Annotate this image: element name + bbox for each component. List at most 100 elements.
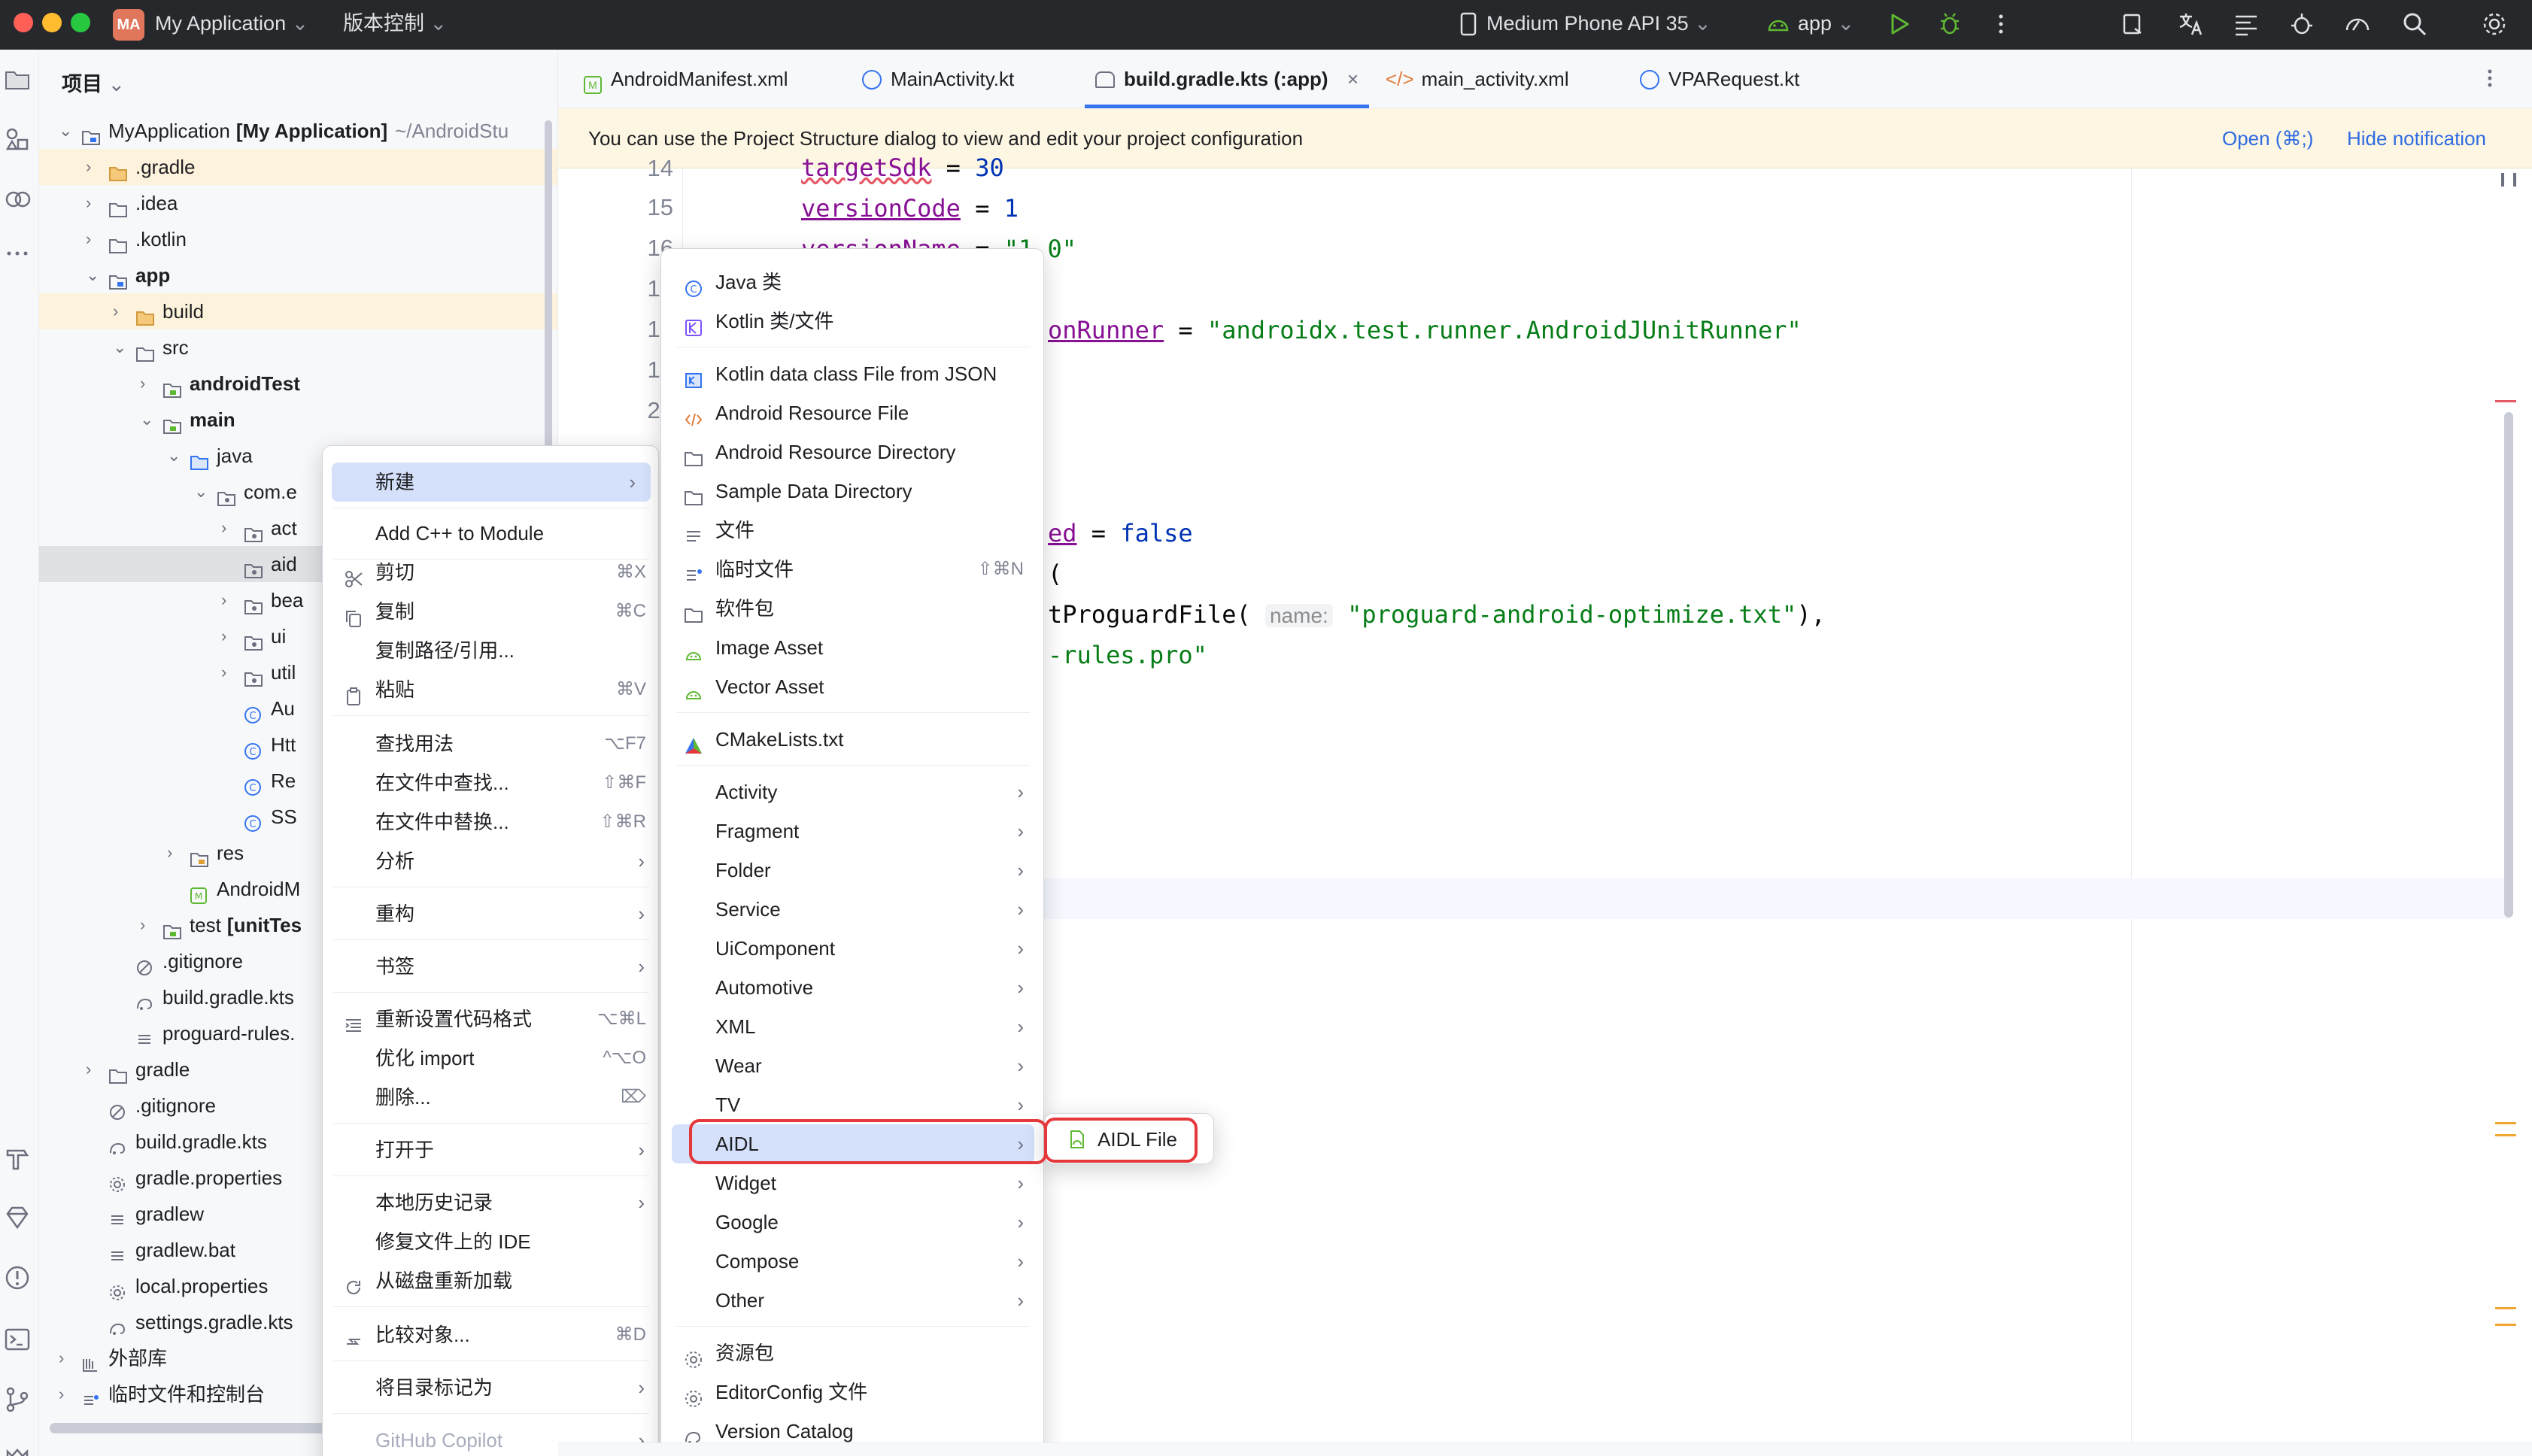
new-submenu-item[interactable]: Image Asset [661, 628, 1043, 667]
layout-inspector-icon[interactable] [2231, 9, 2261, 39]
new-submenu-item[interactable]: Kotlin data class File from JSON [661, 354, 1043, 393]
more-tools-icon[interactable] [3, 239, 32, 268]
project-tree-item[interactable]: ⌄ MyApplication [My Application] ~/AndroidS… [39, 113, 557, 149]
context-menu-item[interactable]: 在文件中替换... ⇧⌘R [323, 802, 658, 842]
chevron-right-icon[interactable]: › [59, 1340, 64, 1376]
vcs-menu[interactable]: 版本控制 ⌄ [343, 10, 447, 37]
chevron-right-icon[interactable]: › [221, 654, 226, 690]
new-submenu-item[interactable]: Android Resource Directory [661, 432, 1043, 472]
new-submenu-item[interactable]: Compose › [661, 1242, 1043, 1281]
new-submenu-item[interactable]: EditorConfig 文件 [661, 1373, 1043, 1412]
context-menu-item[interactable]: 比较对象... ⌘D [323, 1315, 658, 1354]
new-submenu-item[interactable]: Folder › [661, 851, 1043, 890]
context-menu-item[interactable]: 重构 › [323, 894, 658, 933]
close-tab-icon[interactable]: × [1347, 68, 1359, 90]
chevron-down-icon[interactable]: ⌄ [86, 257, 99, 293]
warning-stripe-marker[interactable] [2495, 1324, 2516, 1326]
context-menu-item[interactable]: 打开于 › [323, 1130, 658, 1169]
new-submenu-item[interactable]: XML › [661, 1007, 1043, 1046]
chevron-right-icon[interactable]: › [221, 582, 226, 618]
chevron-right-icon[interactable]: › [221, 618, 226, 654]
new-submenu-item[interactable]: 文件 [661, 511, 1043, 550]
new-submenu-item[interactable]: Other › [661, 1281, 1043, 1320]
project-tree-item[interactable]: ⌄ main [39, 402, 557, 438]
terminal-icon[interactable] [3, 1325, 32, 1354]
build-hammer-icon[interactable] [3, 1145, 32, 1173]
new-submenu-item[interactable]: Automotive › [661, 968, 1043, 1007]
project-tree-item[interactable]: › .gradle [39, 149, 557, 185]
chevron-right-icon[interactable]: › [86, 1051, 91, 1087]
new-submenu-item[interactable]: C Java 类 [661, 262, 1043, 302]
chevron-right-icon[interactable]: › [140, 907, 145, 943]
chevron-right-icon[interactable]: › [140, 366, 145, 402]
run-config-selector[interactable]: app ⌄ [1798, 10, 1854, 37]
chevron-down-icon[interactable]: ⌄ [140, 402, 153, 438]
more-icon[interactable] [1986, 9, 2016, 39]
new-submenu-item[interactable]: Vector Asset [661, 667, 1043, 706]
hide-notification-link[interactable]: Hide notification [2347, 108, 2486, 168]
new-submenu-item[interactable]: Kotlin 类/文件 [661, 302, 1043, 341]
problems-icon[interactable] [3, 1263, 32, 1292]
settings-gear-icon[interactable] [2479, 9, 2509, 39]
warning-stripe-marker[interactable] [2495, 1307, 2516, 1309]
chevron-down-icon[interactable]: ⌄ [194, 474, 208, 510]
new-submenu-item[interactable]: Wear › [661, 1046, 1043, 1085]
chevron-down-icon[interactable]: ⌄ [113, 329, 126, 366]
project-tree-item[interactable]: › .idea [39, 185, 557, 221]
new-submenu-item[interactable]: Google › [661, 1203, 1043, 1242]
context-menu-item[interactable]: 书签 › [323, 947, 658, 986]
chevron-down-icon[interactable]: ⌄ [59, 113, 72, 149]
commit-icon[interactable] [3, 185, 32, 214]
sdk-manager-icon[interactable] [2118, 9, 2148, 39]
new-submenu-item[interactable]: Widget › [661, 1163, 1043, 1203]
reader-mode-icon[interactable] [2501, 173, 2516, 187]
chevron-right-icon[interactable]: › [59, 1376, 64, 1412]
context-menu-item[interactable]: 在文件中查找... ⇧⌘F [323, 763, 658, 802]
new-submenu-item[interactable]: Android Resource File [661, 393, 1043, 432]
context-menu-item[interactable]: 复制 ⌘C [323, 592, 658, 631]
project-tree-item[interactable]: › androidTest [39, 366, 557, 402]
context-menu-item[interactable]: 本地历史记录 › [323, 1183, 658, 1222]
tab-vpa-request[interactable]: VPARequest.kt [1640, 50, 1799, 108]
tab-main-activity-xml[interactable]: </> main_activity.xml [1386, 50, 1569, 108]
chevron-right-icon[interactable]: › [86, 221, 91, 257]
run-icon[interactable] [1884, 9, 1914, 39]
context-menu-item[interactable]: Add C++ to Module [323, 514, 658, 553]
device-selector[interactable]: Medium Phone API 35 ⌄ [1486, 10, 1711, 37]
debug-icon[interactable] [1935, 9, 1965, 39]
project-tree-item[interactable]: › build [39, 293, 557, 329]
minimize-window-button[interactable] [42, 13, 62, 32]
zoom-window-button[interactable] [71, 13, 90, 32]
chevron-right-icon[interactable]: › [221, 510, 226, 546]
context-menu-item[interactable]: 删除... ⌦ [323, 1078, 658, 1117]
close-window-button[interactable] [14, 13, 33, 32]
project-tree-item[interactable]: ⌄ src [39, 329, 557, 366]
project-view-selector[interactable]: 项目 ⌄ [62, 68, 125, 97]
editor-scrollbar[interactable] [2504, 412, 2513, 918]
project-tree-item[interactable]: › .kotlin [39, 221, 557, 257]
context-menu-item[interactable]: 修复文件上的 IDE [323, 1222, 658, 1261]
tab-options-icon[interactable] [2478, 66, 2502, 90]
logcat-icon[interactable] [3, 1442, 32, 1456]
new-submenu-item[interactable]: CMakeLists.txt [661, 720, 1043, 759]
chevron-down-icon[interactable]: ⌄ [167, 438, 181, 474]
app-badge[interactable]: MA [113, 9, 144, 41]
translate-icon[interactable] [2175, 9, 2206, 39]
project-selector[interactable]: My Application ⌄ [155, 10, 308, 37]
new-submenu-item[interactable]: 资源包 [661, 1333, 1043, 1373]
new-submenu-item[interactable]: UiComponent › [661, 929, 1043, 968]
project-tree-item[interactable]: ⌄ app [39, 257, 557, 293]
app-inspection-icon[interactable] [2342, 9, 2373, 39]
new-submenu-item[interactable]: Sample Data Directory [661, 472, 1043, 511]
context-menu-item[interactable]: 查找用法 ⌥F7 [323, 724, 658, 763]
new-submenu-item[interactable]: 临时文件 ⇧⌘N [661, 550, 1043, 589]
project-folder-icon[interactable] [3, 65, 32, 93]
search-icon[interactable] [2400, 9, 2430, 39]
chevron-right-icon[interactable]: › [113, 293, 118, 329]
tab-main-activity[interactable]: MainActivity.kt [862, 50, 1014, 108]
context-menu-item[interactable]: 优化 import ^⌥O [323, 1039, 658, 1078]
open-project-structure-link[interactable]: Open (⌘;) [2222, 108, 2313, 168]
context-menu-item[interactable]: 粘贴 ⌘V [323, 670, 658, 709]
new-submenu-item[interactable]: Fragment › [661, 811, 1043, 851]
context-menu-item[interactable]: 复制路径/引用... [323, 631, 658, 670]
